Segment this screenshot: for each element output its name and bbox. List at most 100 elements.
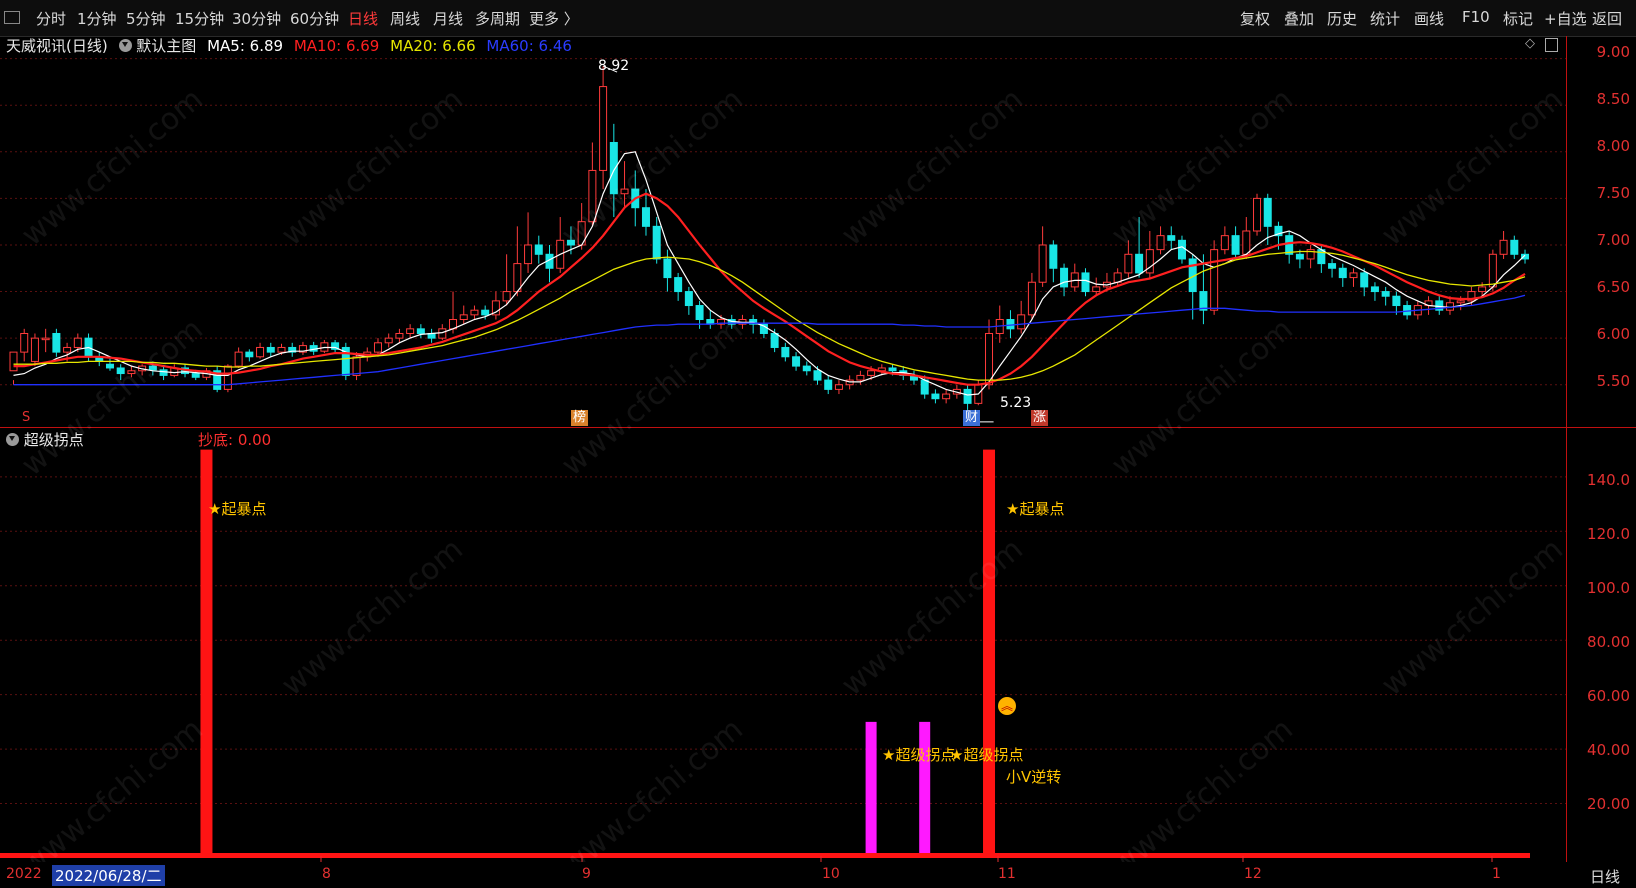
candle-body (352, 356, 361, 376)
price-tick: 7.00 (1596, 231, 1630, 249)
candle-body (1370, 286, 1379, 293)
candle-body (1456, 300, 1465, 304)
low-price-label: 5.23 (1000, 395, 1032, 411)
candle-body (373, 342, 382, 353)
indicator-tick: 60.00 (1587, 687, 1630, 705)
signal-label-xiaov: 小V逆转 (1006, 768, 1062, 786)
candle-body (266, 346, 275, 353)
candle-body (792, 356, 801, 367)
candle-body (920, 379, 929, 395)
candle-body (1210, 249, 1219, 311)
reversal-marker-icon: ︽ (998, 697, 1016, 715)
candle-body (1135, 253, 1144, 274)
tab-daily[interactable]: 日线 (348, 8, 378, 29)
f10-button[interactable]: F10 (1462, 8, 1490, 26)
month-label: 10 (822, 866, 840, 882)
candle-body (502, 291, 511, 302)
candle-body (1499, 239, 1508, 255)
signal-label-qibao: ★起暴点 (1006, 500, 1065, 518)
date-year-label: 2022 (6, 866, 42, 882)
price-tick: 9.00 (1596, 43, 1630, 61)
signal-label-qibao: ★起暴点 (208, 500, 267, 518)
indicator-bar (983, 449, 996, 858)
high-price-label: 8.92 (598, 58, 630, 74)
candle-body (20, 332, 29, 353)
history-button[interactable]: 历史 (1327, 8, 1357, 29)
statistics-button[interactable]: 统计 (1370, 8, 1400, 29)
candle-body (1295, 253, 1304, 260)
tab-60min[interactable]: 60分钟 (290, 8, 339, 29)
tab-15min[interactable]: 15分钟 (175, 8, 224, 29)
candle-body (674, 277, 683, 293)
indicator-tick: 40.00 (1587, 741, 1630, 759)
event-marker-zhang[interactable]: 涨 (1031, 410, 1049, 426)
candle-body (1338, 267, 1347, 279)
candle-body (1478, 286, 1487, 293)
candle-body (599, 86, 608, 171)
candle-body (1263, 197, 1272, 227)
candle-body (1403, 305, 1412, 316)
candle-body (652, 225, 661, 260)
draw-line-button[interactable]: 画线 (1414, 8, 1444, 29)
candle-body (824, 379, 833, 390)
event-marker-bang[interactable]: 榜 (571, 410, 589, 426)
candle-body (223, 365, 232, 390)
candle-body (1081, 272, 1090, 293)
indicator-bar (865, 721, 877, 858)
tab-5min[interactable]: 5分钟 (126, 8, 166, 29)
candle-body (52, 332, 61, 353)
indicator-chart[interactable] (0, 428, 1566, 862)
candle-body (63, 346, 72, 353)
indicator-baseline (0, 853, 1530, 858)
indicator-tick: 140.0 (1587, 471, 1630, 489)
price-tick: 6.00 (1596, 325, 1630, 343)
period-toolbar: 分时 1分钟 5分钟 15分钟 30分钟 60分钟 日线 周线 月线 多周期 更… (0, 0, 1636, 37)
indicator-tick: 100.0 (1587, 579, 1630, 597)
candle-body (1017, 314, 1026, 330)
tab-multi-period[interactable]: 多周期 (475, 8, 520, 29)
price-tick: 8.00 (1596, 137, 1630, 155)
tab-weekly[interactable]: 周线 (390, 8, 420, 29)
candle-body (470, 309, 479, 316)
tab-30min[interactable]: 30分钟 (232, 8, 281, 29)
price-tick: 7.50 (1596, 184, 1630, 202)
event-marker-s[interactable]: S (20, 410, 32, 426)
candle-body (1167, 235, 1176, 241)
candle-body (781, 346, 790, 358)
candle-body (663, 258, 672, 279)
signal-label-guaidian: ★超级拐点 (950, 746, 1024, 764)
candle-body (1038, 244, 1047, 283)
tab-monthly[interactable]: 月线 (433, 8, 463, 29)
candle-body (867, 370, 876, 376)
month-label: 9 (582, 866, 591, 882)
add-watchlist-button[interactable]: +自选 (1544, 8, 1587, 29)
candle-body (1220, 235, 1229, 251)
candle-body (41, 337, 50, 341)
mark-button[interactable]: 标记 (1503, 8, 1533, 29)
month-label: 8 (322, 866, 331, 882)
candle-body (1006, 319, 1015, 330)
overlay-button[interactable]: 叠加 (1284, 8, 1314, 29)
month-label: 1 (1492, 866, 1501, 882)
back-button[interactable]: 返回 (1592, 8, 1622, 29)
window-icon[interactable] (4, 11, 20, 24)
candle-body (438, 328, 447, 339)
tab-more[interactable]: 更多 〉 (529, 8, 579, 29)
candle-body (1156, 235, 1165, 251)
candle-body (534, 244, 543, 255)
restore-right-button[interactable]: 复权 (1240, 8, 1270, 29)
tab-fenshi[interactable]: 分时 (36, 8, 66, 29)
candle-body (1381, 291, 1390, 297)
candle-body (234, 351, 243, 367)
candle-body (1092, 286, 1101, 293)
price-tick: 6.50 (1596, 278, 1630, 296)
event-marker-cai[interactable]: 财 (963, 410, 981, 426)
period-selector[interactable]: 日线 (1590, 866, 1620, 887)
candle-body (1242, 230, 1251, 255)
tab-1min[interactable]: 1分钟 (77, 8, 117, 29)
candle-body (384, 337, 393, 344)
candle-body (985, 332, 994, 386)
candlestick-chart[interactable] (0, 36, 1566, 427)
candle-body (1060, 267, 1069, 288)
candle-body (813, 370, 822, 381)
